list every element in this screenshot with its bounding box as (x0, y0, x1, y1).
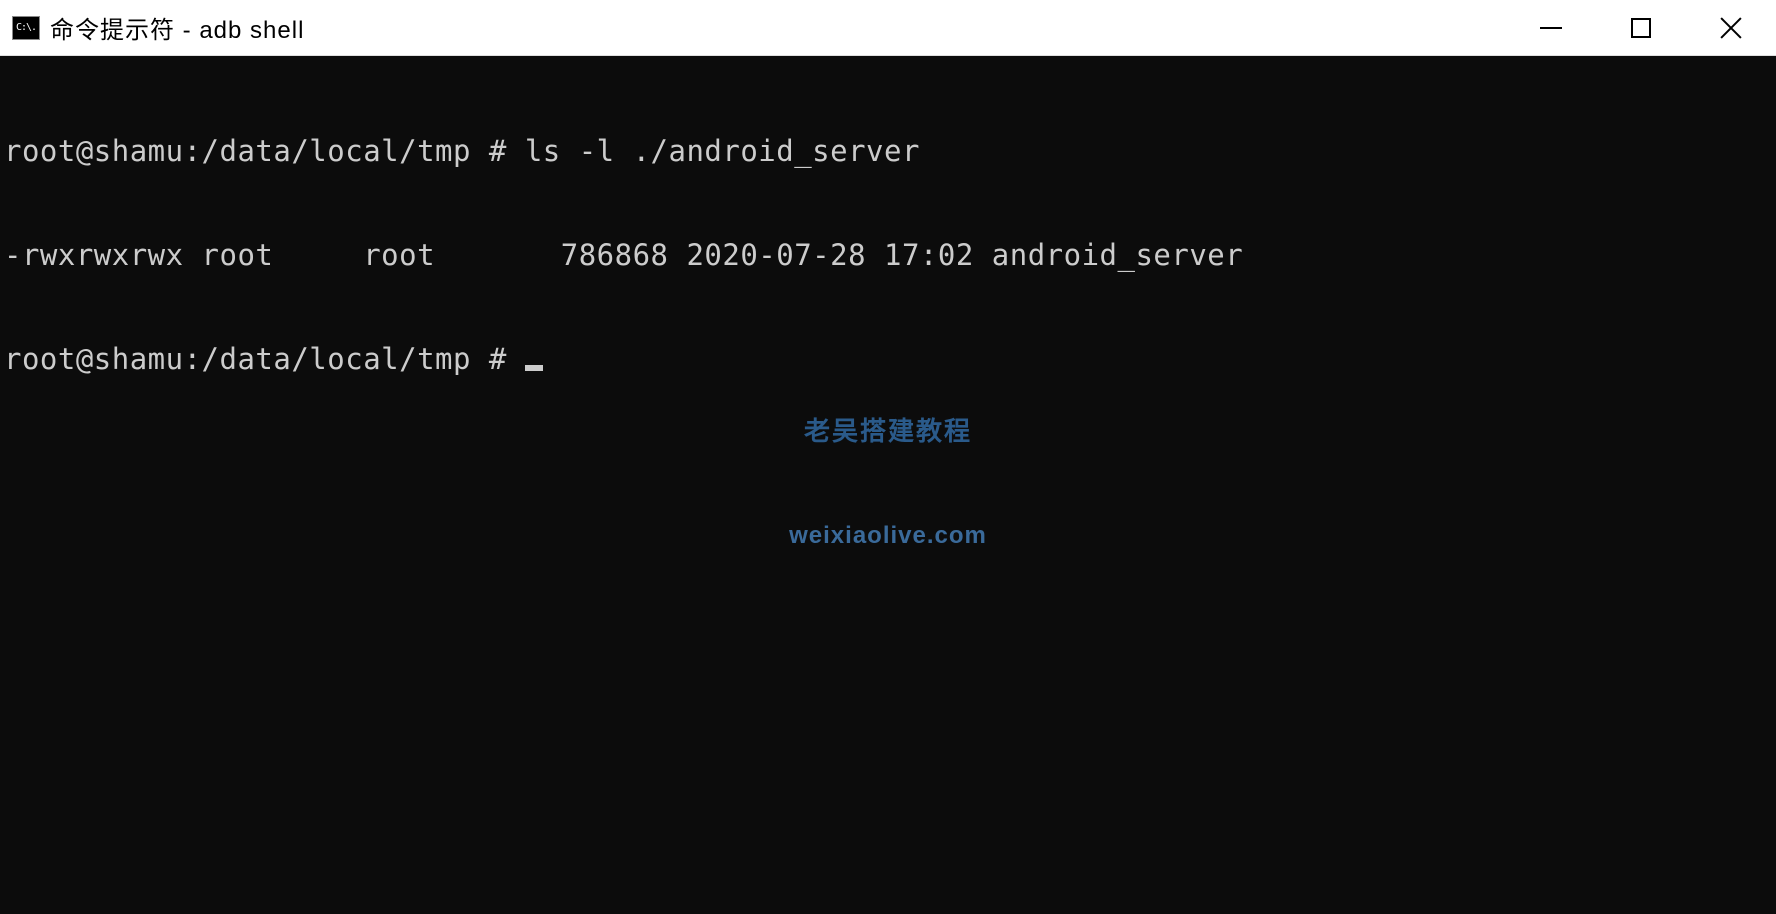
prompt: root@shamu:/data/local/tmp # (4, 134, 525, 168)
terminal-line: root@shamu:/data/local/tmp # (4, 342, 1772, 377)
app-icon: C:\. (12, 16, 40, 40)
watermark-text-2: weixiaolive.com (789, 522, 987, 551)
close-button[interactable] (1686, 0, 1776, 55)
maximize-icon (1631, 18, 1651, 38)
cursor (525, 365, 543, 371)
minimize-button[interactable] (1506, 0, 1596, 55)
terminal-line: root@shamu:/data/local/tmp # ls -l ./and… (4, 134, 1772, 169)
watermark-text-1: 老吴搭建教程 (789, 416, 987, 447)
minimize-icon (1540, 27, 1562, 29)
prompt: root@shamu:/data/local/tmp # (4, 342, 525, 376)
window-controls (1506, 0, 1776, 55)
maximize-button[interactable] (1596, 0, 1686, 55)
titlebar[interactable]: C:\. 命令提示符 - adb shell (0, 0, 1776, 56)
terminal-area[interactable]: root@shamu:/data/local/tmp # ls -l ./and… (0, 56, 1776, 914)
terminal-output-line: -rwxrwxrwx root root 786868 2020-07-28 1… (4, 238, 1772, 273)
watermark: 老吴搭建教程 weixiaolive.com (789, 346, 987, 621)
command: ls -l ./android_server (525, 134, 920, 168)
window-title: 命令提示符 - adb shell (50, 10, 304, 45)
app-icon-text: C:\. (16, 23, 36, 33)
command-prompt-window: C:\. 命令提示符 - adb shell root@shamu:/data/… (0, 0, 1776, 914)
close-icon (1719, 16, 1743, 40)
titlebar-left: C:\. 命令提示符 - adb shell (12, 10, 304, 45)
